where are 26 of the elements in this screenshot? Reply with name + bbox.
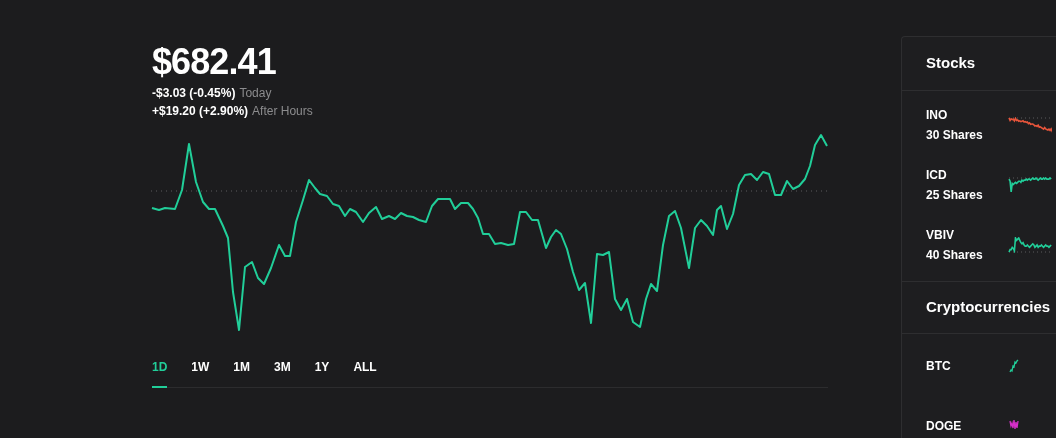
today-label: Today (239, 85, 272, 102)
stock-symbol: ICD (926, 167, 948, 184)
share-count: 30 Shares (926, 127, 984, 144)
stock-price: $682.41 (152, 42, 277, 82)
crypto-row[interactable]: BTC (902, 336, 1056, 396)
share-count: 40 Shares (926, 247, 984, 264)
stock-symbol: INO (926, 107, 949, 124)
range-tab[interactable]: 1W (191, 356, 210, 388)
range-tab[interactable]: 1M (233, 356, 250, 388)
today-change: -$3.03 (-0.45%) (152, 85, 236, 102)
section-title: Stocks (902, 37, 1056, 91)
range-tab[interactable]: 1Y (314, 356, 330, 388)
range-tab[interactable]: ALL (353, 356, 377, 388)
crypto-row[interactable]: DOGE (902, 396, 1056, 438)
crypto-symbol: DOGE (926, 418, 963, 435)
stock-symbol: VBIV (926, 227, 955, 244)
range-tab[interactable]: 1D (152, 356, 168, 388)
share-count: 25 Shares (926, 187, 984, 204)
stock-row[interactable]: ICD 25 Shares (902, 155, 1056, 215)
range-tab[interactable]: 3M (274, 356, 291, 388)
stock-row[interactable]: INO 30 Shares (902, 95, 1056, 155)
after-hours-change: +$19.20 (+2.90%) (152, 103, 249, 120)
after-hours-label: After Hours (252, 103, 313, 120)
stock-row[interactable]: VBIV 40 Shares (902, 215, 1056, 275)
section-title: Cryptocurrencies (902, 282, 1056, 334)
crypto-symbol: BTC (926, 358, 952, 375)
